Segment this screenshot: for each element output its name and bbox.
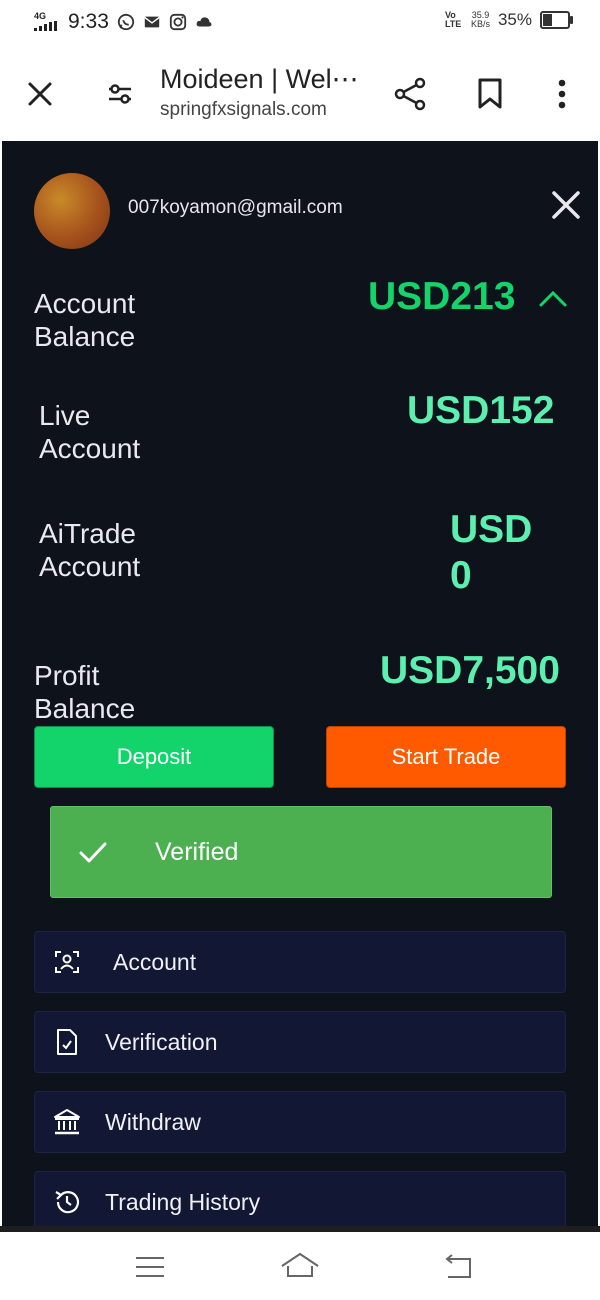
menu-item-withdraw[interactable]: Withdraw <box>34 1091 566 1153</box>
recent-apps-button[interactable] <box>130 1250 170 1284</box>
back-button[interactable] <box>438 1250 478 1284</box>
deposit-button[interactable]: Deposit <box>34 726 274 788</box>
page-title: Moideen | Wel⋯ <box>160 64 359 94</box>
signal-icon <box>34 20 57 31</box>
live-account-value: USD152 <box>407 389 555 432</box>
status-right: Vo LTE 35.9 KB/s 35% <box>444 10 573 30</box>
close-icon <box>28 82 52 106</box>
tune-icon <box>109 84 131 104</box>
network-speed: 35.9 KB/s <box>471 11 490 29</box>
aitrade-account-value: USD 0 <box>450 507 532 599</box>
close-tab-button[interactable] <box>18 72 62 116</box>
home-icon <box>281 1252 319 1277</box>
volte-indicator: Vo LTE <box>444 10 462 29</box>
profit-balance-label: Profit Balance <box>34 660 136 724</box>
whatsapp-icon <box>117 13 134 31</box>
history-icon <box>53 1188 81 1216</box>
status-left: 4G 9:33 <box>34 10 213 34</box>
menu-item-trading-history[interactable]: Trading History <box>34 1171 566 1226</box>
profit-balance-value: USD7,500 <box>380 649 560 692</box>
user-email: 007koyamon@gmail.com <box>128 197 343 218</box>
verified-label: Verified <box>155 837 239 866</box>
close-panel-button[interactable] <box>548 187 584 223</box>
status-bar: 4G 9:33 Vo LTE 35.9 KB/s 35% <box>0 0 600 48</box>
aitrade-value-amount: 0 <box>450 554 472 597</box>
battery-percent: 35% <box>497 10 532 29</box>
account-balance-value: USD213 <box>368 275 516 318</box>
clock: 9:33 <box>68 10 109 33</box>
check-icon <box>79 842 107 863</box>
system-nav-bar <box>0 1232 600 1300</box>
speed-unit: KB/s <box>470 19 490 29</box>
browser-toolbar: Moideen | Wel⋯ springfxsignals.com <box>0 48 600 140</box>
aitrade-account-label: AiTrade Account <box>39 518 141 582</box>
battery-fill <box>543 14 553 26</box>
start-trade-button[interactable]: Start Trade <box>326 726 566 788</box>
back-icon <box>445 1254 471 1278</box>
aitrade-value-currency: USD <box>450 508 533 551</box>
bank-icon <box>53 1108 81 1136</box>
account-balance-label: Account Balance <box>34 288 136 352</box>
verified-banner: Verified <box>50 806 552 898</box>
menu-item-account[interactable]: Account <box>34 931 566 993</box>
account-scan-icon <box>53 948 81 976</box>
menu-lines-icon <box>136 1257 164 1277</box>
menu-item-label: Trading History <box>105 1188 261 1215</box>
avatar[interactable] <box>34 173 110 249</box>
verification-doc-icon <box>53 1028 81 1056</box>
menu-item-label: Verification <box>105 1028 218 1055</box>
more-vert-icon <box>558 79 566 109</box>
share-icon <box>394 77 426 111</box>
menu-item-label: Withdraw <box>105 1108 201 1135</box>
menu-item-verification[interactable]: Verification <box>34 1011 566 1073</box>
close-icon <box>552 191 580 219</box>
page-domain: springfxsignals.com <box>160 99 327 120</box>
battery-icon <box>540 11 573 29</box>
bookmark-button[interactable] <box>468 72 512 116</box>
network-type: 4G <box>34 10 47 21</box>
instagram-icon <box>169 13 186 31</box>
share-button[interactable] <box>388 72 432 116</box>
balance-collapse-toggle[interactable] <box>538 287 570 313</box>
cloud-icon <box>196 17 212 27</box>
account-panel: 007koyamon@gmail.com Account Balance USD… <box>2 141 598 1226</box>
more-options-button[interactable] <box>540 72 584 116</box>
page-title-area[interactable]: Moideen | Wel⋯ springfxsignals.com <box>160 64 380 121</box>
site-settings-button[interactable] <box>98 72 142 116</box>
menu-item-label: Account <box>113 948 197 975</box>
network-indicator: 4G <box>34 10 60 33</box>
mail-icon <box>144 16 160 28</box>
live-account-label: Live Account <box>39 400 141 464</box>
bookmark-icon <box>478 78 502 109</box>
home-button[interactable] <box>280 1250 320 1284</box>
chevron-up-icon <box>539 290 567 307</box>
